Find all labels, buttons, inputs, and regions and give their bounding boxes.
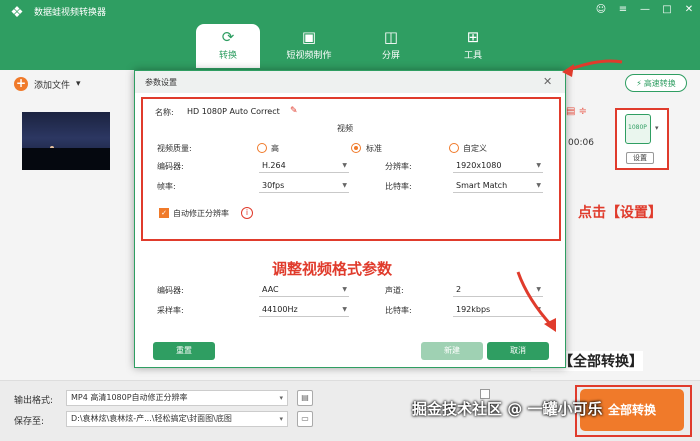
arrow-head xyxy=(562,64,574,77)
annotation-arrows xyxy=(516,59,623,332)
arrow-to-convert xyxy=(516,271,554,328)
arrow-to-dialog xyxy=(567,59,623,72)
